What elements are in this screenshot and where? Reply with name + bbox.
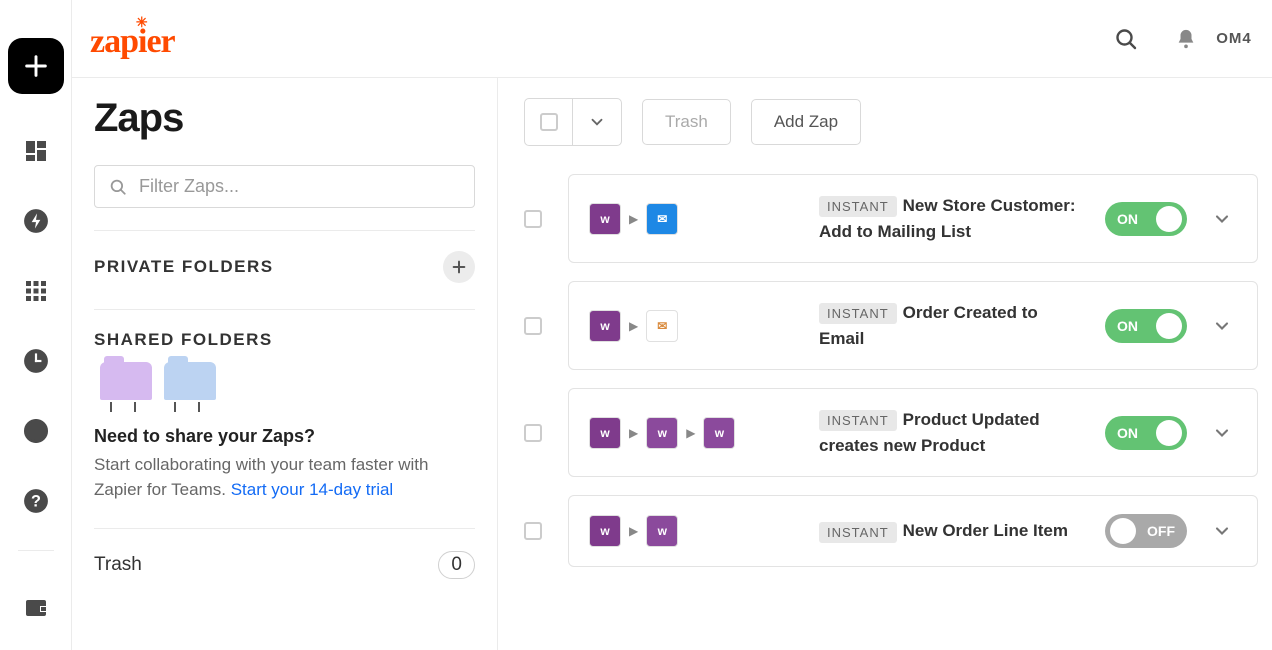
woocommerce-icon: w — [589, 310, 621, 342]
trash-count: 0 — [438, 551, 475, 579]
history-icon[interactable] — [23, 348, 49, 374]
zap-apps: w ▶ w ▶ w — [589, 417, 799, 449]
zap-checkbox[interactable] — [524, 424, 542, 442]
filter-input[interactable] — [139, 176, 460, 197]
woocommerce-icon: w — [646, 417, 678, 449]
globe-icon[interactable] — [23, 418, 49, 444]
apps-grid-icon[interactable] — [23, 278, 49, 304]
email-icon: ✉ — [646, 310, 678, 342]
nav-rail: ? — [0, 0, 72, 650]
arrow-icon: ▶ — [629, 426, 638, 440]
zap-checkbox[interactable] — [524, 210, 542, 228]
zap-apps: w ▶ ✉ — [589, 203, 799, 235]
filter-zaps-field[interactable] — [94, 165, 475, 208]
zap-card[interactable]: w ▶ w ▶ w INSTANTProduct Updated creates… — [568, 388, 1258, 477]
start-trial-link[interactable]: Start your 14-day trial — [231, 480, 394, 499]
zap-row: w ▶ w ▶ w INSTANTProduct Updated creates… — [524, 388, 1258, 477]
toggle-label: ON — [1117, 211, 1138, 227]
trash-button[interactable]: Trash — [642, 99, 731, 145]
zap-toolbar: Trash Add Zap — [524, 98, 1258, 146]
zap-toggle[interactable]: ON — [1105, 309, 1187, 343]
expand-icon[interactable] — [1207, 209, 1237, 229]
logo-spark-icon: ✳︎ — [136, 15, 147, 32]
arrow-icon: ▶ — [629, 524, 638, 538]
add-folder-button[interactable] — [443, 251, 475, 283]
toggle-label: ON — [1117, 425, 1138, 441]
select-dropdown[interactable] — [573, 99, 621, 145]
share-title: Need to share your Zaps? — [94, 426, 475, 447]
search-icon[interactable] — [1096, 27, 1156, 51]
expand-icon[interactable] — [1207, 521, 1237, 541]
shared-folders-heading: SHARED FOLDERS — [94, 330, 273, 350]
woocommerce-icon: w — [703, 417, 735, 449]
select-all-group — [524, 98, 622, 146]
trash-row[interactable]: Trash 0 — [94, 528, 475, 579]
woocommerce-icon: w — [589, 515, 621, 547]
instant-badge: INSTANT — [819, 410, 897, 431]
zap-list-area: Trash Add Zap w ▶ ✉ INSTANTNew Store Cus… — [498, 78, 1272, 650]
zap-toggle[interactable]: OFF — [1105, 514, 1187, 548]
folders-illustration — [94, 362, 475, 400]
zap-name: New Order Line Item — [903, 521, 1068, 540]
arrow-icon: ▶ — [686, 426, 695, 440]
zap-card[interactable]: w ▶ w INSTANT New Order Line Item OFF — [568, 495, 1258, 567]
campaign-monitor-icon: ✉ — [646, 203, 678, 235]
select-all-checkbox[interactable] — [525, 99, 573, 145]
zap-toggle[interactable]: ON — [1105, 416, 1187, 450]
help-icon[interactable]: ? — [23, 488, 49, 514]
rail-divider — [18, 550, 54, 551]
woocommerce-icon: w — [589, 417, 621, 449]
woocommerce-icon: w — [589, 203, 621, 235]
zap-row: w ▶ ✉ INSTANTNew Store Customer: Add to … — [524, 174, 1258, 263]
instant-badge: INSTANT — [819, 303, 897, 324]
zap-toggle[interactable]: ON — [1105, 202, 1187, 236]
zap-card[interactable]: w ▶ ✉ INSTANTNew Store Customer: Add to … — [568, 174, 1258, 263]
dashboard-icon[interactable] — [23, 138, 49, 164]
instant-badge: INSTANT — [819, 522, 897, 543]
share-text: Start collaborating with your team faste… — [94, 453, 475, 502]
arrow-icon: ▶ — [629, 212, 638, 226]
zap-row: w ▶ ✉ INSTANTOrder Created to Email ON — [524, 281, 1258, 370]
create-zap-button[interactable] — [8, 38, 64, 94]
zap-apps: w ▶ w — [589, 515, 799, 547]
toggle-label: OFF — [1147, 523, 1175, 539]
woocommerce-icon: w — [646, 515, 678, 547]
expand-icon[interactable] — [1207, 423, 1237, 443]
zap-apps: w ▶ ✉ — [589, 310, 799, 342]
zap-checkbox[interactable] — [524, 317, 542, 335]
sidebar: Zaps PRIVATE FOLDERS SHARED FOLDERS — [72, 78, 498, 650]
search-icon — [109, 178, 127, 196]
logo-text: zapier — [90, 23, 175, 60]
add-zap-button[interactable]: Add Zap — [751, 99, 861, 145]
trash-label: Trash — [94, 554, 142, 576]
private-folders-heading: PRIVATE FOLDERS — [94, 257, 274, 277]
zap-checkbox[interactable] — [524, 522, 542, 540]
svg-text:?: ? — [31, 492, 41, 510]
zap-card[interactable]: w ▶ ✉ INSTANTOrder Created to Email ON — [568, 281, 1258, 370]
instant-badge: INSTANT — [819, 196, 897, 217]
arrow-icon: ▶ — [629, 319, 638, 333]
page-title: Zaps — [94, 96, 475, 141]
toggle-label: ON — [1117, 318, 1138, 334]
zap-row: w ▶ w INSTANT New Order Line Item OFF — [524, 495, 1258, 567]
expand-icon[interactable] — [1207, 316, 1237, 336]
wallet-icon[interactable] — [23, 595, 49, 621]
logo[interactable]: ✳︎ zapier — [90, 17, 175, 61]
zaps-icon[interactable] — [23, 208, 49, 234]
bell-icon[interactable] — [1156, 28, 1216, 50]
topbar: ✳︎ zapier OM4 — [72, 0, 1272, 78]
avatar[interactable]: OM4 — [1216, 21, 1252, 57]
